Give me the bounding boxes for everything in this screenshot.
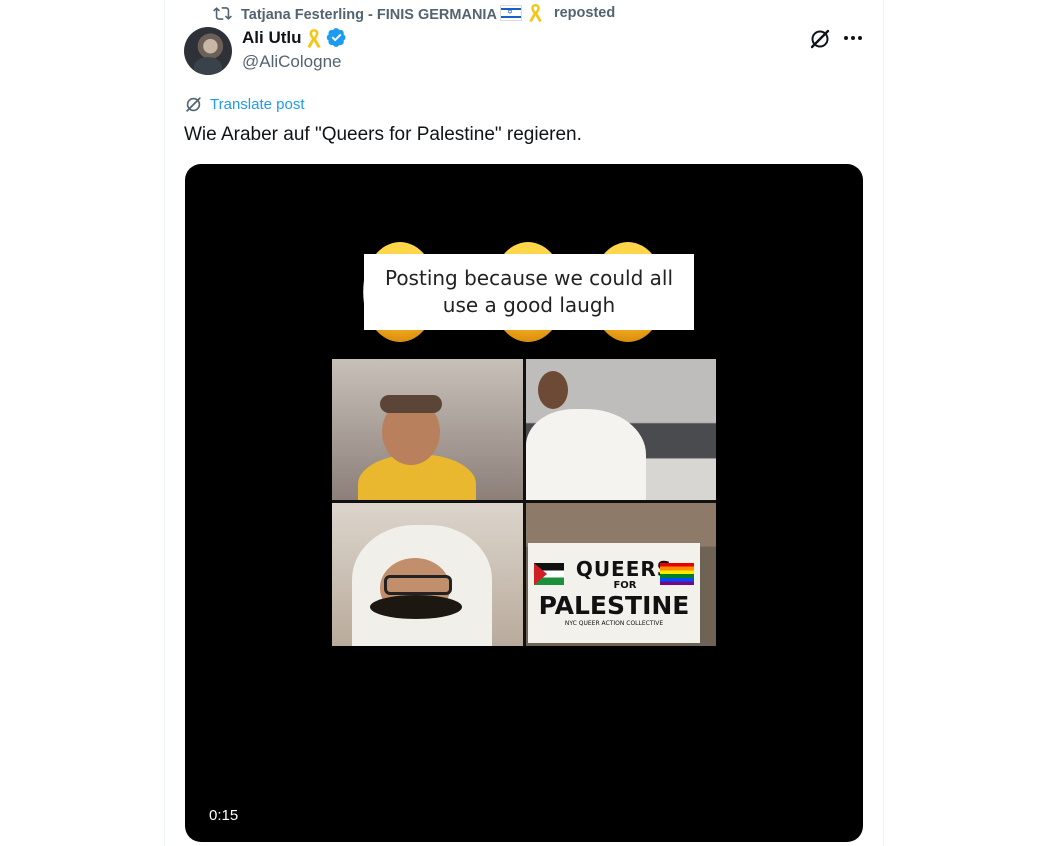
yellow-ribbon-icon <box>306 28 321 48</box>
author-avatar[interactable] <box>184 27 232 75</box>
repost-action-label: reposted <box>553 5 616 21</box>
person-silhouette <box>526 409 646 500</box>
translate-post-link[interactable]: Translate post <box>184 95 305 114</box>
face-shape <box>380 395 442 465</box>
palestine-flag-icon <box>534 563 564 585</box>
dot-icon <box>851 36 855 40</box>
translate-icon <box>186 97 201 112</box>
author-display-name[interactable]: Ali Utlu <box>242 28 302 48</box>
mustache-shape <box>370 595 462 619</box>
video-duration: 0:15 <box>209 807 239 824</box>
dot-icon <box>844 36 848 40</box>
rainbow-flag-icon <box>660 563 694 585</box>
post-text: Wie Araber auf "Queers for Palestine" re… <box>184 124 582 145</box>
video-caption-line1: Posting because we could all <box>384 266 674 290</box>
banner-line3: PALESTINE <box>538 591 690 620</box>
video-caption: Posting because we could all use a good … <box>364 254 694 330</box>
dot-icon <box>858 36 862 40</box>
video-tile-protest-banner: QUEERS FOR PALESTINE NYC QUEER ACTION CO… <box>526 503 716 646</box>
banner-line1: QUEERS <box>575 557 673 581</box>
reposter-name[interactable]: Tatjana Festerling - FINIS GERMANIA <box>241 7 497 23</box>
author-handle[interactable]: @AliCologne <box>242 52 341 72</box>
banner-line2: FOR <box>613 580 637 591</box>
verified-badge-icon[interactable] <box>326 27 347 48</box>
protest-banner: QUEERS FOR PALESTINE NYC QUEER ACTION CO… <box>528 543 700 643</box>
more-options-button[interactable] <box>842 27 864 49</box>
yellow-ribbon-icon <box>529 4 542 22</box>
video-caption-line2: use a good laugh <box>442 293 616 317</box>
video-tile-man-in-robe <box>526 359 716 500</box>
video-tile-laughing-man <box>332 359 523 500</box>
column-border-right <box>883 0 884 846</box>
author-name-row[interactable]: Ali Utlu <box>242 27 347 48</box>
video-tile-man-with-mustache <box>332 503 523 646</box>
reposter-name-line[interactable]: Tatjana Festerling - FINIS GERMANIA ✡ <box>241 3 545 23</box>
banner-line4: NYC QUEER ACTION COLLECTIVE <box>564 620 664 627</box>
israel-flag-icon: ✡ <box>499 5 522 21</box>
video-call-collage: QUEERS FOR PALESTINE NYC QUEER ACTION CO… <box>332 359 716 646</box>
glasses-shape <box>384 575 452 595</box>
repost-context: Tatjana Festerling - FINIS GERMANIA ✡ rep… <box>213 3 615 23</box>
grok-icon[interactable] <box>808 27 832 51</box>
video-player[interactable]: Posting because we could all use a good … <box>185 164 863 842</box>
repost-icon <box>213 6 232 20</box>
column-border-left <box>164 0 165 846</box>
face-shape <box>538 371 568 409</box>
translate-post-label[interactable]: Translate post <box>210 96 305 113</box>
